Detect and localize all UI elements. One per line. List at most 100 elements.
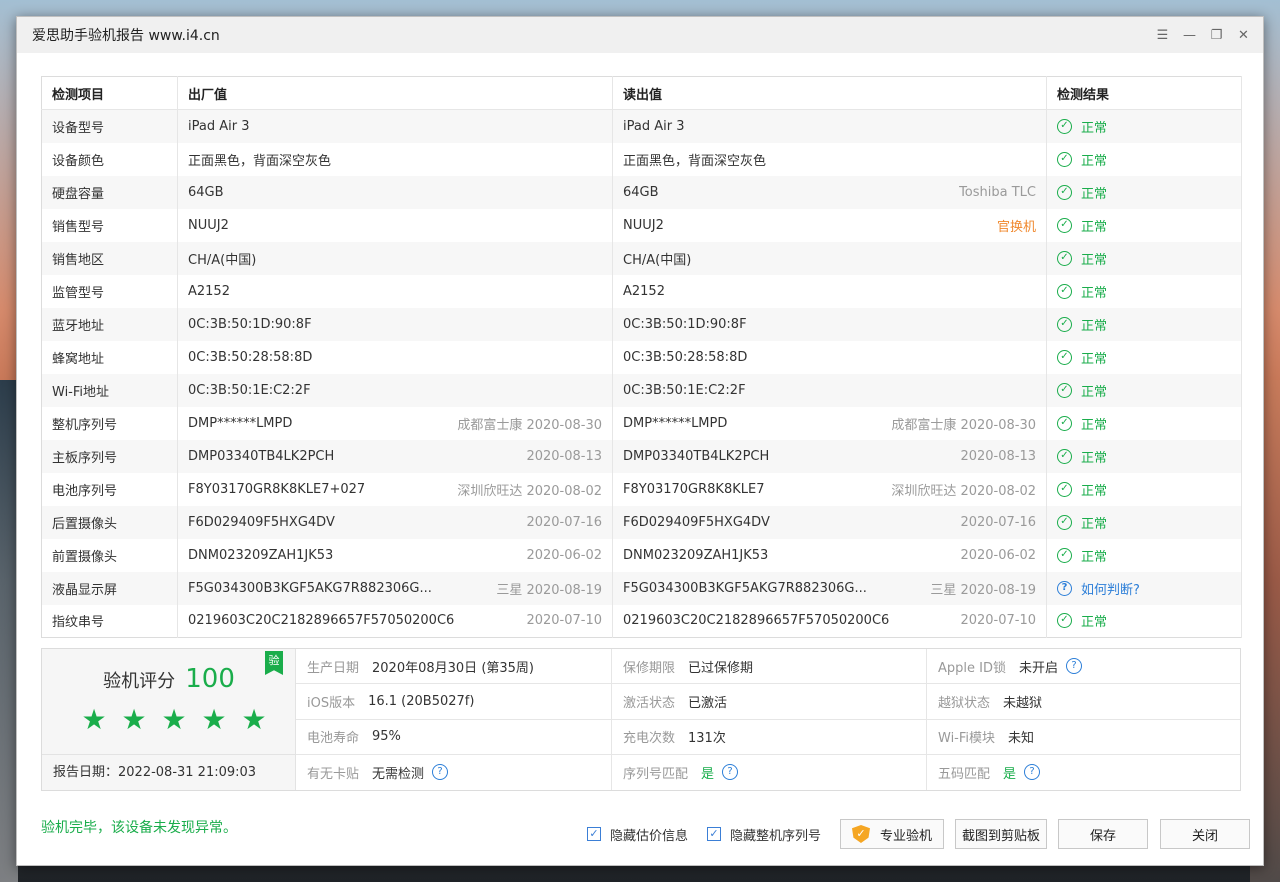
question-icon[interactable]: ? [722,764,739,781]
result-text: 正常 [1081,186,1108,202]
item-name: 整机序列号 [41,406,178,440]
factory-value: DMP******LMPD [188,415,293,431]
info-cell: Wi-Fi模块 未知 [927,720,1240,755]
read-extra: 2020-06-02 [960,547,1036,563]
minimize-icon[interactable]: — [1176,28,1203,43]
header-item: 检测项目 [41,76,178,110]
check-circle-icon: ✓ [1057,613,1072,629]
factory-value: 0C:3B:50:1E:C2:2F [188,382,311,398]
check-circle-icon: ✓ [1057,481,1072,497]
star-icon: ★ [201,703,227,736]
result-text: 正常 [1081,615,1108,631]
item-name: 监管型号 [41,274,178,308]
header-read: 读出值 [612,76,1047,110]
check-circle-icon: ✓ [1057,514,1072,530]
question-icon: ? [1057,580,1072,596]
read-extra: 2020-07-16 [960,514,1036,530]
check-circle-icon: ✓ [1057,118,1072,134]
read-cell: NUUJ2 官换机 [612,208,1047,242]
question-icon[interactable]: ? [432,764,449,781]
info-grid: 生产日期 2020年08月30日 (第35周) 保修期限 已过保修期 Apple ID锁… [296,649,1240,790]
factory-value: 0219603C20C2182896657F57050200C6 [188,613,455,629]
result-cell: ? 如何判断? [1046,571,1242,605]
check-table: 检测项目 出厂值 读出值 检测结果 设备型号 iPad Air 3 iPad Air… [41,76,1242,638]
checkbox-checked-icon[interactable]: ✓ [587,827,601,841]
table-row: Wi-Fi地址 0C:3B:50:1E:C2:2F 0C:3B:50:1E:C2:2… [41,373,1242,407]
pro-check-label: 专业验机 [879,828,932,844]
info-value: 16.1 (20B5027f) [368,693,475,709]
item-name: 蜂窝地址 [41,340,178,374]
check-circle-icon: ✓ [1057,547,1072,563]
result-cell: ✓ 正常 [1046,208,1242,242]
result-cell: ✓ 正常 [1046,109,1242,143]
info-key: 越狱状态 [938,695,991,711]
read-value: 0C:3B:50:1E:C2:2F [623,382,746,398]
result-text: 正常 [1081,450,1108,466]
screenshot-button[interactable]: 截图到剪贴板 [955,819,1047,849]
result-cell: ✓ 正常 [1046,538,1242,572]
help-link[interactable]: ? 如何判断? [1057,579,1231,598]
result-ok: ✓ 正常 [1057,546,1231,565]
hide-price-checkbox[interactable]: ✓ 隐藏估价信息 [587,819,688,849]
result-cell: ✓ 正常 [1046,604,1242,638]
info-key: 充电次数 [623,731,676,747]
result-text: 正常 [1081,351,1108,367]
result-text: 正常 [1081,483,1108,499]
star-icon: ★ [161,703,187,736]
info-value: 是 [701,766,715,782]
result-text: 正常 [1081,549,1108,565]
read-extra: Toshiba TLC [959,184,1036,200]
window-controls: ☰ — ❐ ✕ [1149,17,1257,53]
read-cell: DMP03340TB4LK2PCH 2020-08-13 [612,439,1047,473]
close-button[interactable]: 关闭 [1160,819,1250,849]
pro-check-button[interactable]: ✓ 专业验机 [840,819,944,849]
restore-icon[interactable]: ❐ [1203,28,1230,43]
info-cell: 生产日期 2020年08月30日 (第35周) [296,649,612,685]
factory-cell: iPad Air 3 [177,109,613,143]
score-label: 验机评分 [103,671,176,692]
window-title: 爱思助手验机报告 www.i4.cn [32,28,220,44]
result-text: 正常 [1081,516,1108,532]
check-circle-icon: ✓ [1057,349,1072,365]
info-key: Wi-Fi模块 [938,731,996,747]
screenshot-label: 截图到剪贴板 [961,828,1040,844]
result-ok: ✓ 正常 [1057,282,1231,301]
status-message: 验机完毕，该设备未发现异常。 [41,820,237,836]
factory-cell: 0C:3B:50:1D:90:8F [177,307,613,341]
question-icon[interactable]: ? [1024,764,1041,781]
item-name: 指纹串号 [41,604,178,638]
factory-cell: NUUJ2 [177,208,613,242]
table-row: 电池序列号 F8Y03170GR8K8KLE7+027 深圳欣旺达 2020-08-… [41,472,1242,506]
check-circle-icon: ✓ [1057,382,1072,398]
table-row: 液晶显示屏 F5G034300B3KGF5AKG7R882306G... 三星 20… [41,571,1242,605]
info-value: 2020年08月30日 (第35周) [372,660,535,676]
check-circle-icon: ✓ [1057,448,1072,464]
factory-extra: 2020-06-02 [526,547,602,563]
table-row: 监管型号 A2152 A2152 ✓ 正常 [41,274,1242,308]
read-value: F8Y03170GR8K8KLE7 [623,481,765,497]
read-cell: 0C:3B:50:1E:C2:2F [612,373,1047,407]
header-result: 检测结果 [1046,76,1242,110]
read-value: F6D029409F5HXG4DV [623,514,770,530]
read-cell: A2152 [612,274,1047,308]
title-bar[interactable]: 爱思助手验机报告 www.i4.cn ☰ — ❐ ✕ [17,17,1263,53]
read-cell: 0219603C20C2182896657F57050200C6 2020-07-… [612,604,1047,638]
checkbox-checked-icon[interactable]: ✓ [707,827,721,841]
item-name: 设备型号 [41,109,178,143]
menu-icon[interactable]: ☰ [1149,28,1176,43]
hide-serial-checkbox[interactable]: ✓ 隐藏整机序列号 [707,819,821,849]
score-value: 100 [185,664,235,694]
question-icon[interactable]: ? [1066,658,1082,675]
read-cell: CH/A(中国) [612,241,1047,275]
result-ok: ✓ 正常 [1057,216,1231,235]
info-key: 有无卡贴 [307,766,360,782]
info-cell: 激活状态 已激活 [612,684,927,720]
info-key: 生产日期 [307,660,360,676]
close-icon[interactable]: ✕ [1230,28,1257,43]
result-text: 正常 [1081,384,1108,400]
save-button[interactable]: 保存 [1058,819,1148,849]
result-ok: ✓ 正常 [1057,183,1231,202]
factory-cell: 64GB [177,175,613,209]
result-cell: ✓ 正常 [1046,274,1242,308]
factory-cell: 0C:3B:50:28:58:8D [177,340,613,374]
